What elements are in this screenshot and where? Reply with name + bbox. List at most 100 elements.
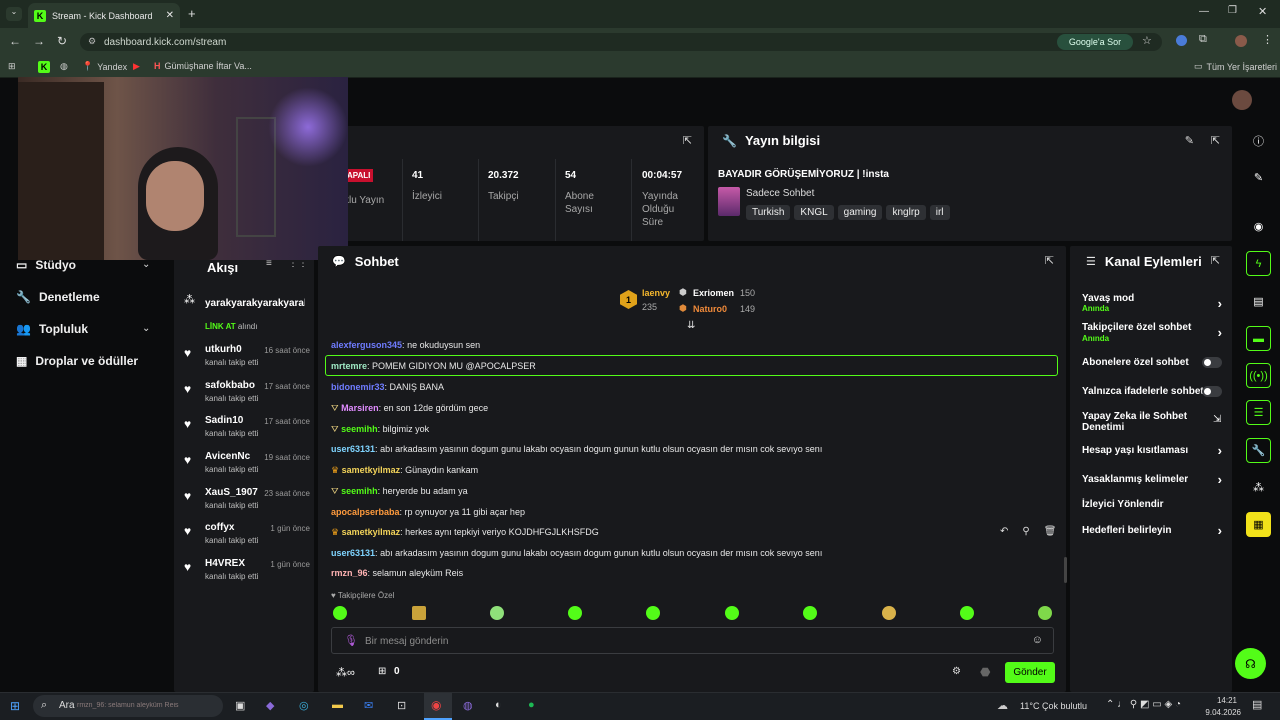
emote[interactable]	[1038, 606, 1052, 620]
chat-username[interactable]: apocalpserbaba	[331, 507, 400, 517]
follower-name[interactable]: Sadin10	[205, 415, 243, 426]
popout-icon[interactable]: ⇱	[1045, 254, 1054, 267]
microphone-icon[interactable]: 🎙	[344, 634, 358, 647]
popout-icon[interactable]: ⇱	[683, 134, 692, 147]
action-raid[interactable]: İzleyici Yönlendir	[1082, 499, 1224, 510]
emote[interactable]	[333, 606, 347, 620]
chat-message[interactable]: user63131: abı arkadasım yasının dogum g…	[331, 444, 822, 454]
chat-message[interactable]: ⛛ Marsiren: en son 12de gördüm gece	[331, 403, 488, 414]
bot-icon[interactable]: ⬣	[980, 665, 990, 679]
popout-icon[interactable]: ⇱	[1211, 254, 1220, 267]
chat-username[interactable]: bidonemir33	[331, 382, 385, 392]
chat-message[interactable]: rmzn_96: selamun aleyküm Reis	[331, 568, 463, 578]
action-ai-moderation[interactable]: Yapay Zeka ile Sohbet Denetimi	[1082, 411, 1192, 433]
support-headset-icon[interactable]: ☊	[1235, 648, 1266, 679]
follower-name[interactable]: coffyx	[205, 522, 234, 533]
external-link-icon[interactable]: ⇲	[1213, 414, 1221, 425]
chat-message[interactable]: apocalpserbaba: rp oynuyor ya 11 gibi aç…	[331, 507, 525, 517]
trash-icon[interactable]: 🗑	[1044, 526, 1057, 537]
browser-tab[interactable]: K Stream - Kick Dashboard ✕	[28, 3, 180, 28]
nav-item-community[interactable]: 👥 Topluluk	[16, 322, 88, 336]
chat-username[interactable]: sametkyilmaz	[342, 527, 401, 537]
chat-message[interactable]: ⛛ seemihh: heryerde bu adam ya	[331, 486, 468, 497]
chat-username[interactable]: user63131	[331, 444, 375, 454]
emote[interactable]	[490, 606, 504, 620]
follower-name[interactable]: XauS_1907	[205, 487, 258, 498]
chat-username[interactable]: seemihh	[341, 486, 378, 496]
emote[interactable]	[568, 606, 582, 620]
follower-name[interactable]: safokbabo	[205, 380, 255, 391]
edit-icon[interactable]: ✎	[1246, 165, 1271, 190]
emote[interactable]	[960, 606, 974, 620]
chat-message[interactable]: ⛛ seemihh: bilgimiz yok	[331, 424, 429, 435]
chat-message[interactable]: user63131: abı arkadasım yasının dogum g…	[331, 548, 822, 558]
follower-name[interactable]: utkurh0	[205, 344, 242, 355]
emoji-icon[interactable]: ☺	[1032, 634, 1043, 646]
clock-time[interactable]: 14:21	[1207, 696, 1237, 705]
emote-only-toggle[interactable]	[1202, 386, 1222, 397]
chat-username[interactable]: user63131	[331, 548, 375, 558]
outlook-icon[interactable]: ✉	[364, 699, 373, 712]
window-close-icon[interactable]: ✕	[1258, 5, 1267, 18]
bookmark-iftar[interactable]: H Gümüşhane İftar Va...	[154, 61, 252, 71]
chat-username[interactable]: sametkyilmaz	[342, 465, 401, 475]
document-icon[interactable]: ▤	[1246, 289, 1271, 314]
all-bookmarks[interactable]: ▭ Tüm Yer İşaretleri	[1194, 61, 1277, 72]
spotify-icon[interactable]: ●	[528, 699, 535, 711]
broadcast-icon[interactable]: ((•))	[1246, 363, 1271, 388]
popout-icon[interactable]: ⇱	[1211, 134, 1220, 147]
globe-bookmark[interactable]: ◍	[60, 61, 68, 72]
chat-message[interactable]: bidonemir33: DANIŞ BANA	[331, 382, 444, 392]
emote[interactable]	[803, 606, 817, 620]
record-icon[interactable]: ◉	[1246, 214, 1271, 239]
browser-menu-icon[interactable]: ⋮	[1262, 33, 1273, 46]
info-icon[interactable]: ⓘ	[1246, 128, 1271, 153]
edit-pencil-icon[interactable]: ✎	[1185, 134, 1194, 147]
chat-message[interactable]: alexferguson345: ne okuduysun sen	[331, 340, 480, 350]
emote[interactable]	[725, 606, 739, 620]
tab-search-icon[interactable]: ⌄	[6, 7, 22, 21]
chat-username[interactable]: seemihh	[341, 424, 378, 434]
list-icon[interactable]: ☰	[1246, 400, 1271, 425]
windows-start-icon[interactable]: ⊞	[10, 699, 20, 713]
nav-item-moderation[interactable]: 🔧 Denetleme	[16, 290, 100, 304]
action-emote-only[interactable]: Yalnızca ifadelerle sohbet	[1082, 386, 1224, 397]
action-slow-mode[interactable]: Yavaş mod Anında ›	[1082, 293, 1224, 313]
chat-input[interactable]: 🎙 Bir mesaj gönderin ☺	[331, 627, 1054, 654]
copilot-icon[interactable]: ◆	[266, 699, 274, 712]
edge-icon[interactable]: ◎	[299, 699, 309, 712]
chat-icon[interactable]: ▬	[1246, 326, 1271, 351]
nav-item-drops[interactable]: ▦ Droplar ve ödüller	[16, 354, 138, 368]
action-account-age[interactable]: Hesap yaşı kısıtlaması ›	[1082, 443, 1224, 458]
chrome-taskbar-button[interactable]: ◉	[424, 693, 452, 720]
tab-close-icon[interactable]: ✕	[166, 10, 174, 21]
google-ask-button[interactable]: Google'a Sor	[1057, 34, 1133, 50]
obs-icon[interactable]: ◐	[495, 699, 502, 711]
youtube-bookmark[interactable]: ▶	[133, 61, 140, 72]
gift-icon[interactable]: ⊞	[378, 666, 386, 677]
leader-1-name[interactable]: laenvy	[642, 288, 670, 298]
kick-bookmark[interactable]: K	[38, 61, 50, 73]
clock-date[interactable]: 9.04.2026	[1199, 708, 1241, 717]
wrench-icon[interactable]: 🔧	[1246, 438, 1271, 463]
chevron-down-icon[interactable]: ⌄	[142, 323, 150, 334]
leader-3-name[interactable]: Naturo0	[693, 304, 727, 314]
store-icon[interactable]: ⊡	[397, 699, 406, 712]
notification-icon[interactable]: ▤	[1252, 698, 1262, 711]
chat-message[interactable]: ♛ sametkyilmaz: herkes aynı tepkiyi veri…	[331, 527, 599, 538]
restore-icon[interactable]: ❐	[1228, 5, 1237, 16]
action-followers-only[interactable]: Takipçilere özel sohbet Anında ›	[1082, 322, 1224, 343]
extensions-puzzle-icon[interactable]: ⧉	[1199, 33, 1207, 46]
chat-scrollbar[interactable]	[1064, 557, 1067, 583]
task-view-icon[interactable]: ▣	[235, 699, 245, 712]
profile-avatar[interactable]	[1235, 35, 1247, 47]
user-avatar[interactable]	[1232, 90, 1252, 110]
minimize-icon[interactable]: —	[1199, 6, 1209, 17]
new-tab-icon[interactable]: +	[188, 6, 196, 21]
lightning-icon[interactable]: ϟ	[1246, 251, 1271, 276]
weather-text[interactable]: 11°C Çok bulutlu	[1020, 701, 1087, 711]
emote[interactable]	[646, 606, 660, 620]
chat-username[interactable]: rmzn_96	[331, 568, 368, 578]
chat-username[interactable]: alexferguson345	[331, 340, 402, 350]
settings-gear-icon[interactable]: ⚙	[952, 666, 961, 677]
